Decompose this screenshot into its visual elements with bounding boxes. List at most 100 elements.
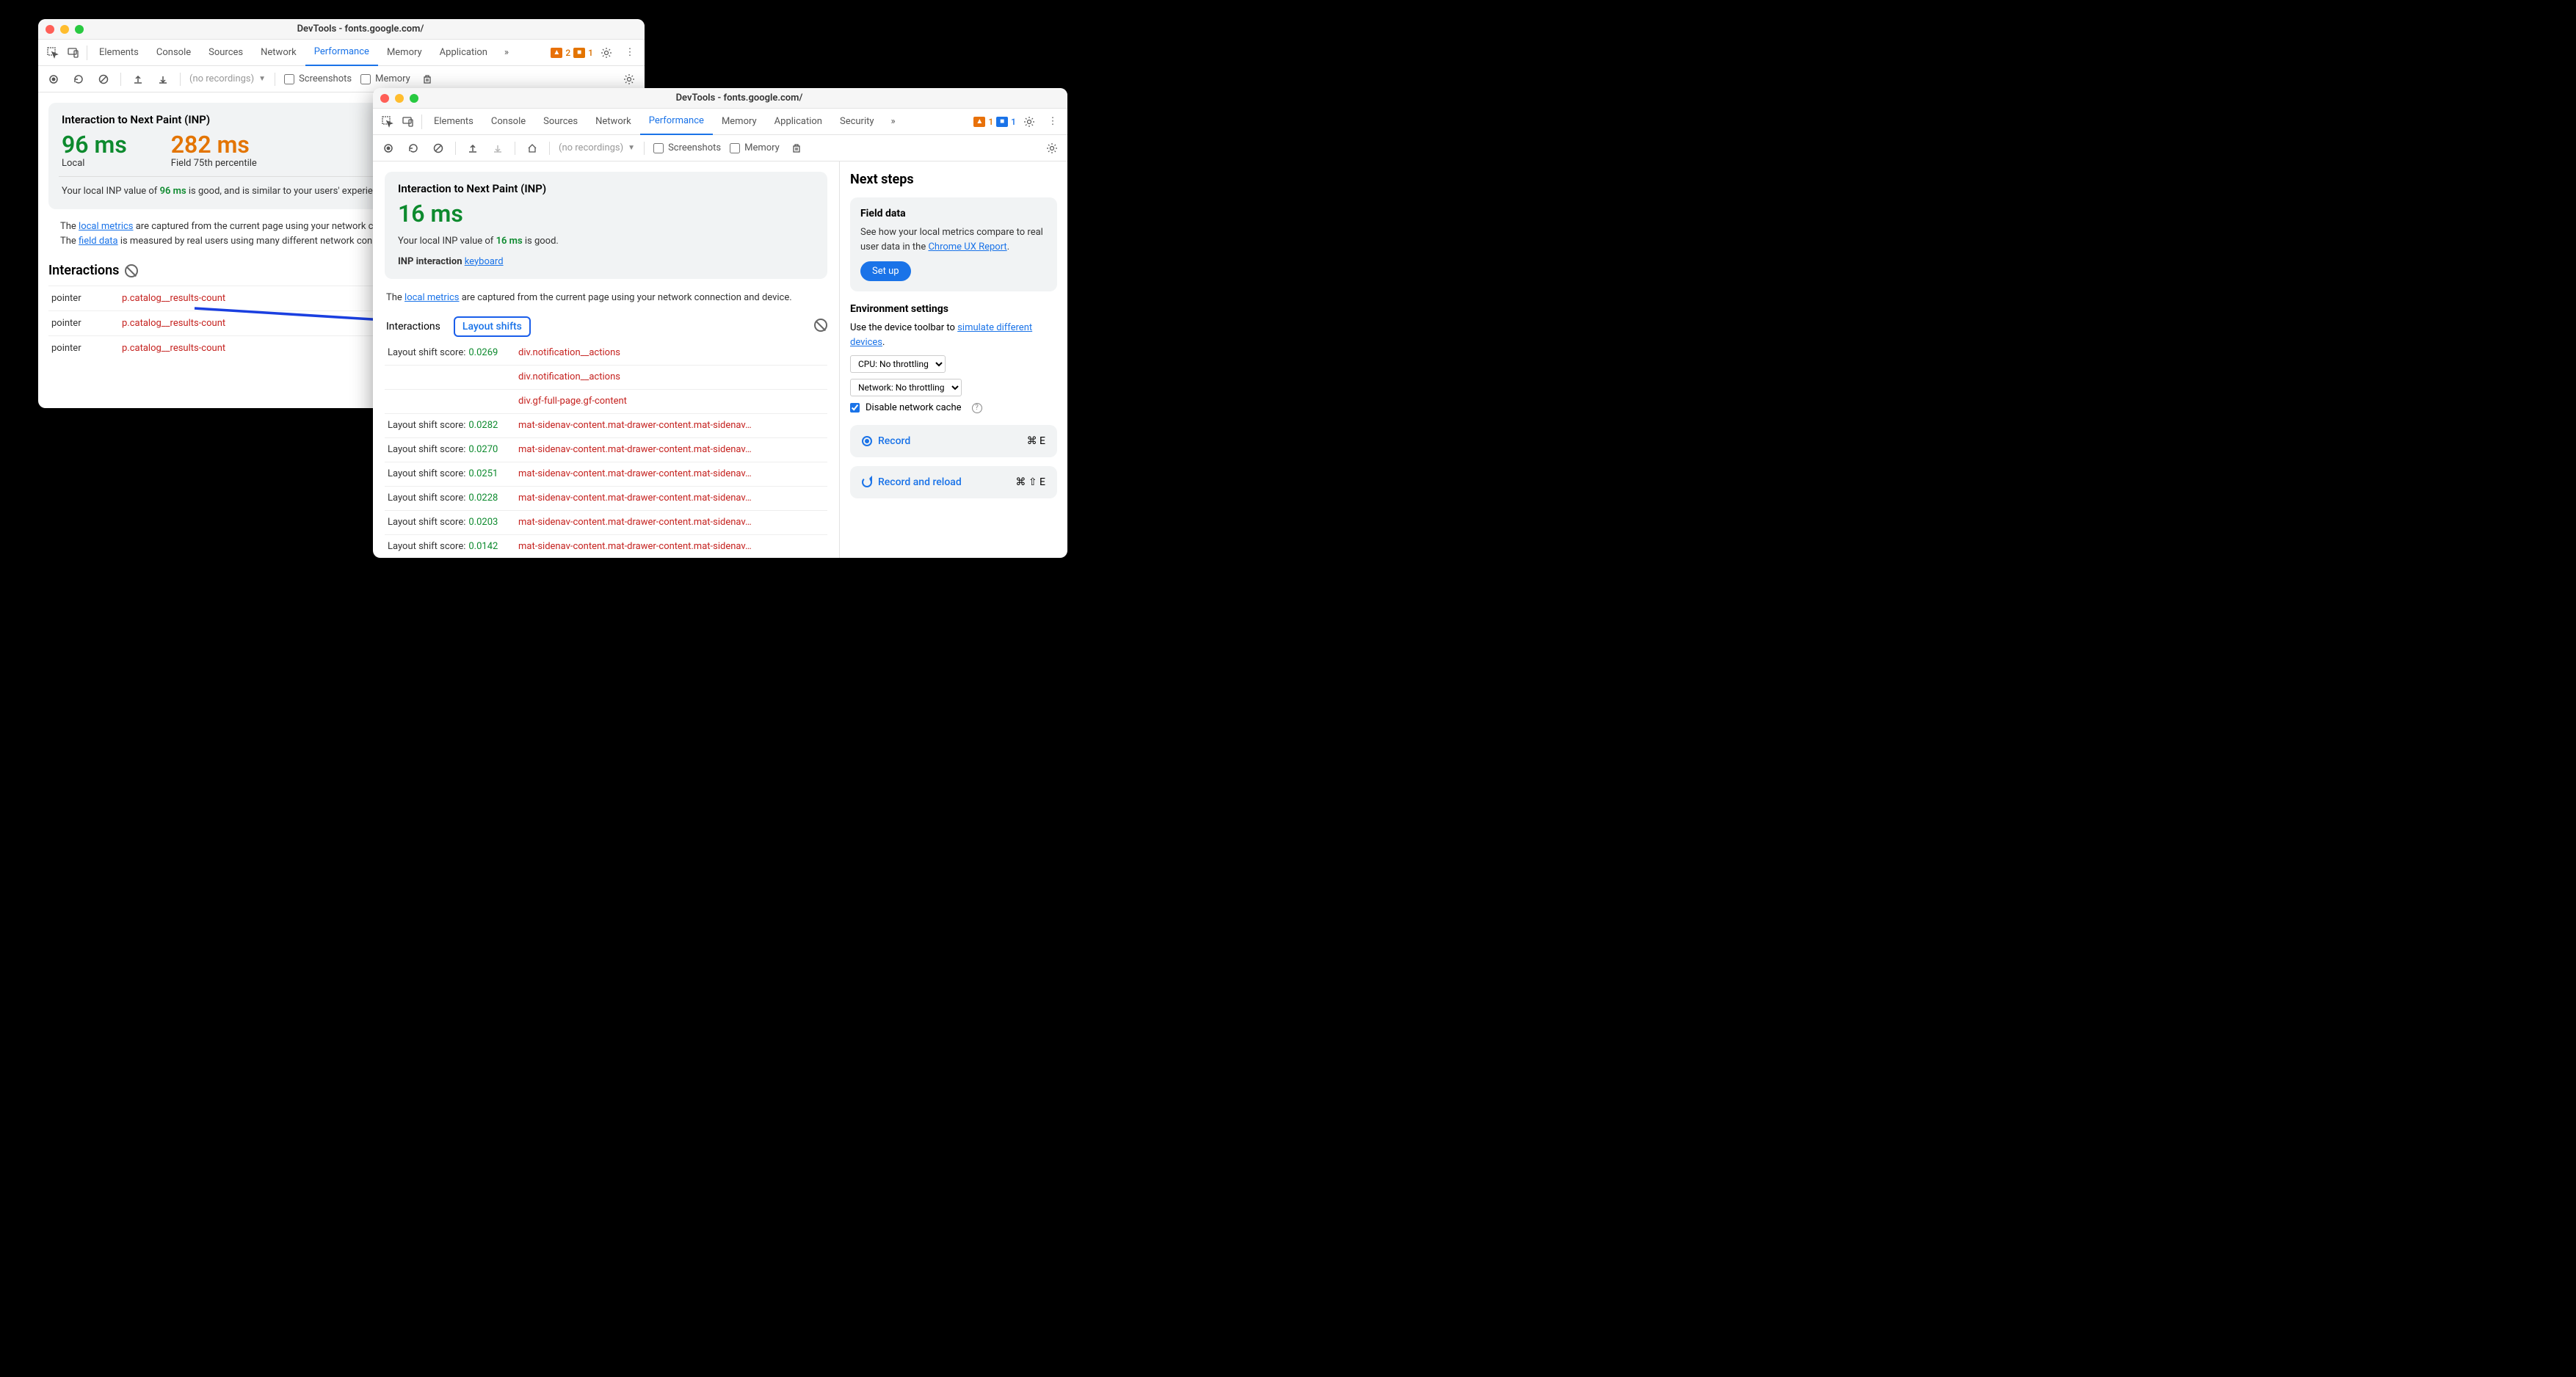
inp-heading: Interaction to Next Paint (INP) bbox=[398, 182, 814, 195]
inp-description: Your local INP value of 16 ms is good. bbox=[398, 234, 814, 249]
tab-network[interactable]: Network bbox=[587, 109, 640, 135]
gc-icon[interactable] bbox=[788, 140, 805, 156]
env-heading: Environment settings bbox=[850, 303, 1057, 315]
table-row[interactable]: Layout shift score: 0.0251mat-sidenav-co… bbox=[385, 462, 827, 487]
field-data-heading: Field data bbox=[860, 208, 1047, 219]
tab-console[interactable]: Console bbox=[482, 109, 534, 135]
window-controls bbox=[380, 94, 418, 103]
clear-layoutshifts-icon[interactable] bbox=[814, 319, 827, 332]
subtab-interactions[interactable]: Interactions bbox=[385, 318, 442, 335]
warnings-badge[interactable]: ▲2 bbox=[551, 48, 570, 58]
record-dot-icon bbox=[862, 436, 872, 446]
inspect-icon[interactable] bbox=[377, 112, 398, 132]
tab-performance[interactable]: Performance bbox=[640, 109, 713, 135]
table-row[interactable]: Layout shift score: 0.0203mat-sidenav-co… bbox=[385, 511, 827, 535]
panel-settings-icon[interactable] bbox=[1044, 140, 1060, 156]
inp-local-label: Local bbox=[62, 158, 127, 169]
clear-icon[interactable] bbox=[95, 71, 112, 87]
memory-checkbox[interactable]: Memory bbox=[730, 142, 780, 153]
download-icon[interactable] bbox=[490, 140, 506, 156]
messages-badge[interactable]: ■1 bbox=[996, 117, 1016, 127]
minimize-icon[interactable] bbox=[60, 25, 69, 34]
subtab-layout-shifts[interactable]: Layout shifts bbox=[454, 316, 531, 337]
device-toolbar-icon[interactable] bbox=[398, 112, 418, 132]
more-icon[interactable]: ⋮ bbox=[1042, 112, 1063, 132]
maximize-icon[interactable] bbox=[410, 94, 418, 103]
window-title: DevTools - fonts.google.com/ bbox=[418, 92, 1060, 103]
recordings-dropdown[interactable]: (no recordings)▼ bbox=[559, 142, 635, 153]
upload-icon[interactable] bbox=[465, 140, 481, 156]
recordings-dropdown[interactable]: (no recordings)▼ bbox=[189, 73, 266, 84]
table-row[interactable]: Layout shift score: 0.0142mat-sidenav-co… bbox=[385, 535, 827, 558]
close-icon[interactable] bbox=[380, 94, 389, 103]
download-icon[interactable] bbox=[155, 71, 171, 87]
maximize-icon[interactable] bbox=[75, 25, 84, 34]
tab-elements[interactable]: Elements bbox=[90, 40, 148, 66]
tab-performance[interactable]: Performance bbox=[305, 40, 378, 66]
local-metrics-link[interactable]: local metrics bbox=[404, 292, 459, 303]
tab-sources[interactable]: Sources bbox=[200, 40, 252, 66]
panel-settings-icon[interactable] bbox=[621, 71, 637, 87]
network-throttle-select[interactable]: Network: No throttling bbox=[850, 379, 962, 396]
more-tabs-icon[interactable]: » bbox=[883, 112, 904, 132]
tab-security[interactable]: Security bbox=[831, 109, 883, 135]
env-settings-block: Environment settings Use the device tool… bbox=[850, 303, 1057, 413]
table-row[interactable]: Layout shift score: 0.0282mat-sidenav-co… bbox=[385, 414, 827, 438]
device-toolbar-icon[interactable] bbox=[63, 43, 84, 63]
gc-icon[interactable] bbox=[419, 71, 435, 87]
upload-icon[interactable] bbox=[130, 71, 146, 87]
tab-network[interactable]: Network bbox=[252, 40, 305, 66]
record-row[interactable]: Record ⌘ E bbox=[850, 425, 1057, 457]
reload-icon[interactable] bbox=[70, 71, 87, 87]
settings-icon[interactable] bbox=[1019, 112, 1040, 132]
window-title: DevTools - fonts.google.com/ bbox=[84, 23, 637, 34]
inp-interaction-link[interactable]: keyboard bbox=[465, 256, 504, 267]
inp-field-label: Field 75th percentile bbox=[171, 158, 257, 169]
record-reload-row[interactable]: Record and reload ⌘ ⇧ E bbox=[850, 466, 1057, 498]
field-data-card: Field data See how your local metrics co… bbox=[850, 197, 1057, 291]
cpu-throttle-select[interactable]: CPU: No throttling bbox=[850, 355, 946, 373]
field-data-link[interactable]: field data bbox=[79, 236, 118, 247]
next-steps-panel: Next steps Field data See how your local… bbox=[840, 161, 1067, 558]
table-row[interactable]: div.gf-full-page.gf-content bbox=[385, 390, 827, 414]
screenshots-checkbox[interactable]: Screenshots bbox=[284, 73, 352, 84]
local-metrics-link[interactable]: local metrics bbox=[79, 221, 133, 232]
issues-badge[interactable]: ■1 bbox=[573, 48, 593, 58]
crux-link[interactable]: Chrome UX Report bbox=[928, 241, 1006, 252]
tab-memory[interactable]: Memory bbox=[378, 40, 431, 66]
inp-local-value: 96 ms bbox=[62, 132, 127, 158]
tab-application[interactable]: Application bbox=[766, 109, 831, 135]
tab-application[interactable]: Application bbox=[431, 40, 496, 66]
perf-toolbar: (no recordings)▼ Screenshots Memory bbox=[373, 135, 1067, 161]
screenshots-checkbox[interactable]: Screenshots bbox=[653, 142, 721, 153]
inspect-icon[interactable] bbox=[43, 43, 63, 63]
close-icon[interactable] bbox=[46, 25, 54, 34]
reload-icon[interactable] bbox=[405, 140, 421, 156]
more-tabs-icon[interactable]: » bbox=[496, 43, 517, 63]
record-reload-shortcut: ⌘ ⇧ E bbox=[1015, 476, 1045, 488]
tab-memory[interactable]: Memory bbox=[713, 109, 766, 135]
warnings-badge[interactable]: ▲1 bbox=[973, 117, 993, 127]
setup-button[interactable]: Set up bbox=[860, 261, 911, 281]
minimize-icon[interactable] bbox=[395, 94, 404, 103]
table-row[interactable]: Layout shift score: 0.0270mat-sidenav-co… bbox=[385, 438, 827, 462]
help-icon[interactable]: ? bbox=[972, 403, 982, 413]
disable-cache-checkbox[interactable] bbox=[850, 403, 860, 413]
table-row[interactable]: Layout shift score: 0.0269div.notificati… bbox=[385, 341, 827, 366]
tab-sources[interactable]: Sources bbox=[534, 109, 587, 135]
record-icon[interactable] bbox=[380, 140, 396, 156]
inp-card: Interaction to Next Paint (INP) 16 ms Yo… bbox=[385, 172, 827, 279]
clear-interactions-icon[interactable] bbox=[125, 264, 138, 277]
home-icon[interactable] bbox=[524, 140, 540, 156]
table-row[interactable]: div.notification__actions bbox=[385, 366, 827, 390]
memory-checkbox[interactable]: Memory bbox=[360, 73, 410, 84]
clear-icon[interactable] bbox=[430, 140, 446, 156]
tab-console[interactable]: Console bbox=[148, 40, 200, 66]
tab-elements[interactable]: Elements bbox=[425, 109, 482, 135]
table-row[interactable]: Layout shift score: 0.0228mat-sidenav-co… bbox=[385, 487, 827, 511]
metrics-explain: The local metrics are captured from the … bbox=[385, 288, 827, 309]
more-icon[interactable]: ⋮ bbox=[620, 43, 640, 63]
settings-icon[interactable] bbox=[596, 43, 617, 63]
record-icon[interactable] bbox=[46, 71, 62, 87]
inp-value: 16 ms bbox=[398, 201, 814, 227]
